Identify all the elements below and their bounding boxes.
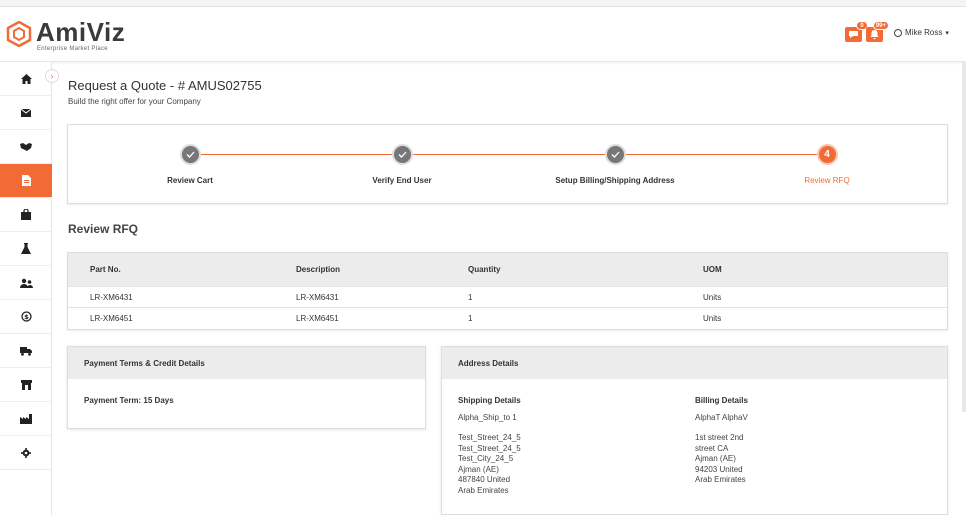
address-card-title: Address Details [442,347,947,379]
column-header-description: Description [296,265,341,274]
step-number: 4 [816,144,838,165]
sidebar-item-finance[interactable]: $ [0,300,52,334]
sidebar-item-shipping[interactable] [0,334,52,368]
payment-term-value: Payment Term: 15 Days [84,396,174,405]
industry-icon [20,413,32,424]
cell-quantity: 1 [468,293,473,302]
stepper-progress-line [190,154,817,155]
logo-hexagon-icon [6,21,32,47]
sidebar-item-quotes[interactable] [0,164,52,198]
shipping-name: Alpha_Ship_to 1 [458,413,517,422]
page-subtitle: Build the right offer for your Company [68,97,201,106]
top-header: AmiViz Enterprise Market Place 0 99+ Mik… [0,7,966,62]
payment-card-title: Payment Terms & Credit Details [68,347,425,379]
sidebar-item-users[interactable] [0,266,52,300]
step-complete-check [391,144,413,165]
handshake-icon [20,143,32,151]
sidebar-toggle-button[interactable]: › [45,69,59,83]
truck-icon [20,346,32,356]
shopping-bag-icon [21,209,31,220]
notifications-badge: 99+ [872,21,889,30]
step-review-rfq[interactable]: 4 Review RFQ [747,144,907,185]
amiviz-logo[interactable]: AmiViz Enterprise Market Place [6,17,146,54]
sidebar-item-messages[interactable] [0,96,52,130]
table-header: Part No. Description Quantity UOM [68,253,947,286]
step-label: Review RFQ [804,176,850,185]
sidebar-item-deals[interactable] [0,130,52,164]
refresh-dollar-icon: $ [20,311,32,322]
chat-icon [849,31,858,38]
browser-top-strip [0,0,966,7]
step-verify-end-user[interactable]: Verify End User [322,144,482,185]
sidebar-item-vendors[interactable] [0,402,52,436]
envelope-icon [21,108,31,117]
billing-name: AlphaT AlphaV [695,413,748,422]
billing-address: 1st street 2nd street CA Ajman (AE) 9420… [695,433,746,484]
home-icon [20,73,32,84]
check-icon [611,151,619,158]
column-header-part-no: Part No. [90,265,121,274]
step-review-cart[interactable]: Review Cart [110,144,270,185]
address-details-card: Address Details Shipping Details Alpha_S… [441,346,948,515]
sidebar-item-labs[interactable] [0,232,52,266]
check-icon [398,151,406,158]
user-circle-icon [894,28,902,37]
cell-description: LR-XM6431 [296,293,339,302]
cell-uom: Units [703,293,722,302]
messages-button[interactable]: 0 [845,21,868,42]
chevron-down-icon: ▾ [945,29,949,37]
check-icon [186,151,194,158]
cell-uom: Units [703,314,722,323]
step-complete-check [604,144,626,165]
shipping-address: Test_Street_24_5 Test_Street_24_5 Test_C… [458,433,521,495]
notifications-button[interactable]: 99+ [866,21,889,42]
sidebar-item-store[interactable] [0,368,52,402]
gear-icon [21,447,31,458]
rfq-items-table: Part No. Description Quantity UOM LR-XM6… [67,252,948,330]
step-label: Verify End User [372,176,432,185]
user-name: Mike Ross [905,28,943,37]
column-header-uom: UOM [703,265,722,274]
payment-terms-card: Payment Terms & Credit Details Payment T… [67,346,426,429]
shipping-details-label: Shipping Details [458,396,521,405]
step-complete-check [179,144,201,165]
flask-icon [21,243,31,254]
page-title: Request a Quote - # AMUS02755 [68,78,262,93]
sidebar-item-home[interactable] [0,62,52,96]
sidebar: $ [0,62,52,515]
billing-details-label: Billing Details [695,396,748,405]
store-icon [20,379,32,390]
step-label: Setup Billing/Shipping Address [555,176,675,185]
rfq-stepper: Review Cart Verify End User Setup Billin… [67,124,948,204]
cell-part-no: LR-XM6431 [90,293,133,302]
step-setup-billing-shipping[interactable]: Setup Billing/Shipping Address [535,144,695,185]
sidebar-item-orders[interactable] [0,198,52,232]
user-menu[interactable]: Mike Ross ▾ [894,28,949,37]
document-icon [21,175,31,186]
brand-name: AmiViz [36,17,126,47]
table-row: LR-XM6431 LR-XM6431 1 Units [68,286,947,307]
sidebar-item-settings[interactable] [0,436,52,470]
cell-part-no: LR-XM6451 [90,314,133,323]
users-icon [19,278,33,288]
column-header-quantity: Quantity [468,265,501,274]
table-row: LR-XM6451 LR-XM6451 1 Units [68,307,947,328]
section-title-review-rfq: Review RFQ [68,222,139,236]
page-scrollbar[interactable] [962,62,966,412]
cell-quantity: 1 [468,314,473,323]
chevron-right-icon: › [50,71,54,81]
cell-description: LR-XM6451 [296,314,339,323]
svg-text:$: $ [24,313,29,321]
brand-tagline: Enterprise Market Place [37,46,108,52]
step-label: Review Cart [167,176,213,185]
